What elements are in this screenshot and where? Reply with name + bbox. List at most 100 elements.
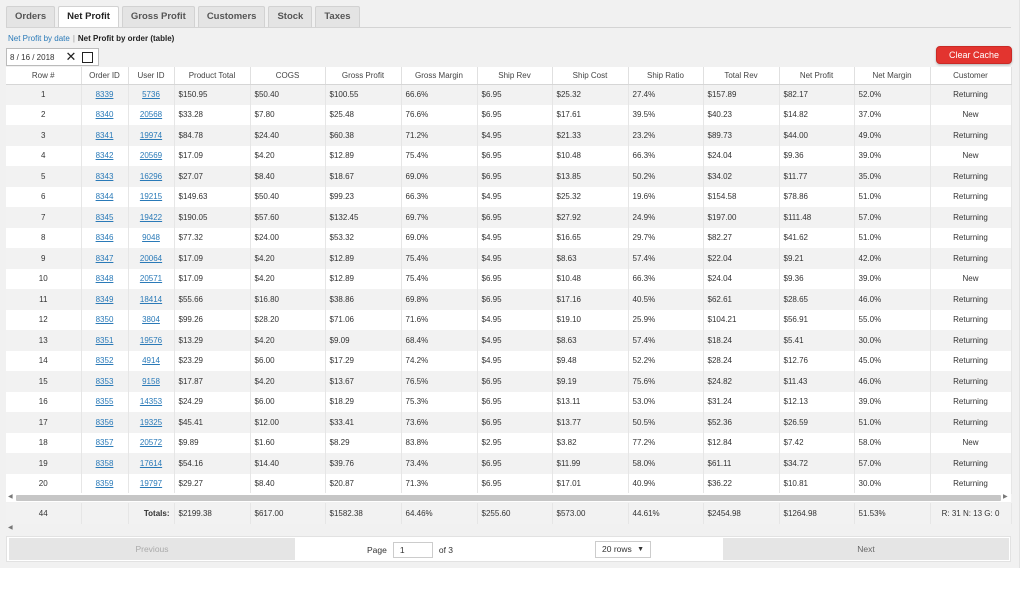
tab-customers[interactable]: Customers bbox=[197, 6, 266, 28]
table-row[interactable]: 12 8350 3804 $99.26 $28.20 $71.06 71.6% $4.95 $1… bbox=[6, 309, 1012, 330]
table-cell: $24.00 bbox=[250, 227, 326, 248]
order-id-link[interactable]: 8355 bbox=[96, 397, 114, 406]
user-id-link[interactable]: 19974 bbox=[140, 131, 162, 140]
order-id-link[interactable]: 8344 bbox=[96, 192, 114, 201]
table-cell: 6 bbox=[6, 186, 82, 207]
order-id-link[interactable]: 8343 bbox=[96, 172, 114, 181]
table-row[interactable]: 5 8343 16296 $27.07 $8.40 $18.67 69.0% $6.95 $13… bbox=[6, 166, 1012, 187]
user-id-link[interactable]: 20064 bbox=[140, 254, 162, 263]
order-id-link[interactable]: 8357 bbox=[96, 438, 114, 447]
column-header[interactable]: Gross Margin bbox=[401, 67, 478, 85]
order-id-link[interactable]: 8346 bbox=[96, 233, 114, 242]
table-row[interactable]: 4 8342 20569 $17.09 $4.20 $12.89 75.4% $6.95 $10… bbox=[6, 145, 1012, 166]
order-id-link[interactable]: 8347 bbox=[96, 254, 114, 263]
user-id-link[interactable]: 19325 bbox=[140, 418, 162, 427]
order-id-link[interactable]: 8342 bbox=[96, 151, 114, 160]
scrollbar-thumb[interactable] bbox=[16, 495, 1001, 501]
order-id-link[interactable]: 8358 bbox=[96, 459, 114, 468]
column-header[interactable]: Order ID bbox=[81, 67, 129, 85]
order-id-link[interactable]: 8353 bbox=[96, 377, 114, 386]
net-profit-by-date-link[interactable]: Net Profit by date bbox=[8, 34, 70, 43]
calendar-icon[interactable] bbox=[82, 51, 93, 63]
user-id-link[interactable]: 20568 bbox=[140, 110, 162, 119]
tab-stock[interactable]: Stock bbox=[268, 6, 313, 28]
user-id-link[interactable]: 16296 bbox=[140, 172, 162, 181]
table-cell: $197.00 bbox=[703, 207, 780, 228]
order-id-link[interactable]: 8356 bbox=[96, 418, 114, 427]
table-row[interactable]: 8 8346 9048 $77.32 $24.00 $53.32 69.0% $4.95 $16… bbox=[6, 227, 1012, 248]
user-id-link[interactable]: 9048 bbox=[142, 233, 160, 242]
table-row[interactable]: 9 8347 20064 $17.09 $4.20 $12.89 75.4% $4.95 $8.… bbox=[6, 248, 1012, 269]
column-header[interactable]: COGS bbox=[250, 67, 326, 85]
user-id-link[interactable]: 19215 bbox=[140, 192, 162, 201]
user-id-link[interactable]: 5736 bbox=[142, 90, 160, 99]
table-row[interactable]: 18 8357 20572 $9.89 $1.60 $8.29 83.8% $2.95 $3.8… bbox=[6, 432, 1012, 453]
table-row[interactable]: 11 8349 18414 $55.66 $16.80 $38.86 69.8% $6.95 $… bbox=[6, 289, 1012, 310]
user-id-link[interactable]: 18414 bbox=[140, 295, 162, 304]
user-id-link[interactable]: 9158 bbox=[142, 377, 160, 386]
order-id-link[interactable]: 8352 bbox=[96, 356, 114, 365]
next-page-button[interactable]: Next bbox=[723, 538, 1009, 560]
page-number-input[interactable]: 1 bbox=[392, 542, 433, 558]
table-row[interactable]: 19 8358 17614 $54.16 $14.40 $39.76 73.4% $6.95 $… bbox=[6, 453, 1012, 474]
user-id-link[interactable]: 17614 bbox=[140, 459, 162, 468]
order-id-link[interactable]: 8351 bbox=[96, 336, 114, 345]
rows-per-page-select[interactable]: 20 rows ▼ bbox=[595, 541, 651, 558]
table-row[interactable]: 7 8345 19422 $190.05 $57.60 $132.45 69.7% $6.95… bbox=[6, 207, 1012, 228]
column-header[interactable]: Total Rev bbox=[703, 67, 780, 85]
table-row[interactable]: 3 8341 19974 $84.78 $24.40 $60.38 71.2% $4.95 $2… bbox=[6, 125, 1012, 146]
user-id-link[interactable]: 20571 bbox=[140, 274, 162, 283]
user-id-link[interactable]: 4914 bbox=[142, 356, 160, 365]
order-id-link[interactable]: 8349 bbox=[96, 295, 114, 304]
order-id-link[interactable]: 8359 bbox=[96, 479, 114, 488]
column-header[interactable]: Ship Rev bbox=[477, 67, 553, 85]
tab-orders[interactable]: Orders bbox=[6, 6, 56, 28]
table-cell: New bbox=[930, 268, 1012, 289]
user-id-link[interactable]: 20572 bbox=[140, 438, 162, 447]
user-id-link[interactable]: 14353 bbox=[140, 397, 162, 406]
date-filter-value[interactable]: 8 / 16 / 2018 bbox=[7, 53, 64, 62]
order-id-link[interactable]: 8339 bbox=[96, 90, 114, 99]
scroll-left-icon[interactable]: ◀ bbox=[8, 493, 13, 502]
user-id-link[interactable]: 19576 bbox=[140, 336, 162, 345]
column-header[interactable]: User ID bbox=[128, 67, 175, 85]
order-id-link[interactable]: 8340 bbox=[96, 110, 114, 119]
table-row[interactable]: 17 8356 19325 $45.41 $12.00 $33.41 73.6% $6.95 $… bbox=[6, 412, 1012, 433]
order-id-link[interactable]: 8348 bbox=[96, 274, 114, 283]
table-row[interactable]: 2 8340 20568 $33.28 $7.80 $25.48 76.6% $6.95 $17… bbox=[6, 104, 1012, 125]
close-icon[interactable]: ✕ bbox=[64, 49, 78, 65]
horizontal-scrollbar[interactable]: ◀ ▶ bbox=[6, 493, 1011, 502]
order-id-link[interactable]: 8350 bbox=[96, 315, 114, 324]
table-row[interactable]: 10 8348 20571 $17.09 $4.20 $12.89 75.4% $6.95 $1… bbox=[6, 268, 1012, 289]
table-row[interactable]: 16 8355 14353 $24.29 $6.00 $18.29 75.3% $6.95 $1… bbox=[6, 391, 1012, 412]
user-id-link[interactable]: 19797 bbox=[140, 479, 162, 488]
user-id-link[interactable]: 3804 bbox=[142, 315, 160, 324]
table-row[interactable]: 15 8353 9158 $17.87 $4.20 $13.67 76.5% $6.95 $9.… bbox=[6, 371, 1012, 392]
scroll-left-icon[interactable]: ◀ bbox=[8, 524, 13, 531]
user-id-link[interactable]: 19422 bbox=[140, 213, 162, 222]
date-filter-input[interactable]: 8 / 16 / 2018 ✕ bbox=[6, 48, 99, 66]
column-header[interactable]: Net Profit bbox=[779, 67, 855, 85]
tab-taxes[interactable]: Taxes bbox=[315, 6, 360, 28]
previous-page-button[interactable]: Previous bbox=[9, 538, 295, 560]
table-row[interactable]: 1 8339 5736 $150.95 $50.40 $100.55 66.6% $6.95 $… bbox=[6, 84, 1012, 105]
user-id-link[interactable]: 20569 bbox=[140, 151, 162, 160]
totals-scrollbar[interactable]: ◀ bbox=[6, 524, 1011, 532]
column-header[interactable]: Net Margin bbox=[854, 67, 931, 85]
tab-net-profit[interactable]: Net Profit bbox=[58, 6, 119, 28]
column-header[interactable]: Product Total bbox=[174, 67, 251, 85]
column-header[interactable]: Ship Cost bbox=[552, 67, 629, 85]
table-row[interactable]: 13 8351 19576 $13.29 $4.20 $9.09 68.4% $4.95 $8.… bbox=[6, 330, 1012, 351]
order-id-link[interactable]: 8345 bbox=[96, 213, 114, 222]
column-header[interactable]: Gross Profit bbox=[325, 67, 402, 85]
scroll-right-icon[interactable]: ▶ bbox=[1003, 493, 1008, 502]
tab-gross-profit[interactable]: Gross Profit bbox=[121, 6, 195, 28]
table-row[interactable]: 6 8344 19215 $149.63 $50.40 $99.23 66.3% $4.95 $… bbox=[6, 186, 1012, 207]
clear-cache-button[interactable]: Clear Cache bbox=[936, 46, 1012, 64]
order-id-link[interactable]: 8341 bbox=[96, 131, 114, 140]
table-row[interactable]: 20 8359 19797 $29.27 $8.40 $20.87 71.3% $6.95 $1… bbox=[6, 473, 1012, 494]
column-header[interactable]: Row # bbox=[6, 67, 82, 85]
table-row[interactable]: 14 8352 4914 $23.29 $6.00 $17.29 74.2% $4.95 $9.… bbox=[6, 350, 1012, 371]
column-header[interactable]: Ship Ratio bbox=[628, 67, 704, 85]
column-header[interactable]: Customer bbox=[930, 67, 1012, 85]
